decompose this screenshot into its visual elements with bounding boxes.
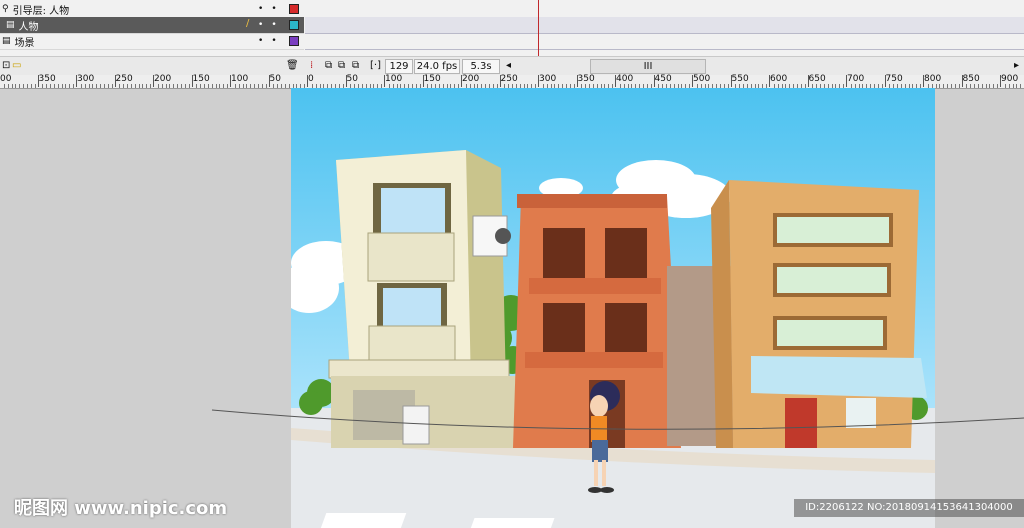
visibility-dot[interactable]: •	[258, 20, 263, 30]
layer-color-swatch[interactable]	[289, 36, 299, 46]
layer-row-person[interactable]: ▤ 人物 / • •	[0, 17, 304, 34]
ruler-tick-label: 450	[653, 74, 672, 87]
ruler-tick-label: 650	[807, 74, 826, 87]
lock-dot[interactable]: •	[271, 20, 276, 30]
ruler-tick-label: 0	[307, 74, 314, 87]
motion-guide-path	[211, 409, 1024, 430]
timeline-controls: ⊡ ▭ 🗑 ⁞ ⧉ ⧉ ⧉ [·] 129 24.0 fps 5.3s ◂ II…	[0, 56, 1024, 76]
ruler-tick-label: 150	[191, 74, 210, 87]
visibility-dot[interactable]: •	[258, 36, 263, 46]
guide-layer-icon: ⚲	[2, 4, 9, 14]
ruler-tick-label: 350	[37, 74, 56, 87]
onion-outline-icon[interactable]: ⧉	[338, 57, 345, 75]
frames-row-person[interactable]	[305, 17, 1024, 34]
frame-rate-field[interactable]: 24.0 fps	[414, 59, 460, 74]
ruler-tick-label: 600	[768, 74, 788, 87]
ruler-tick-label: 250	[499, 74, 518, 87]
layer-name: 引导层: 人物	[12, 5, 70, 17]
ruler-tick-label: 850	[961, 74, 980, 87]
ruler-tick-label: 900	[999, 74, 1019, 87]
frames-row-guide[interactable]	[305, 1, 1024, 18]
ruler-tick-label: 800	[922, 74, 942, 87]
layer-name: 人物	[18, 21, 39, 33]
ruler-tick-label: 200	[460, 74, 480, 87]
ruler-tick-label: 500	[691, 74, 711, 87]
ruler-tick-label: 200	[152, 74, 172, 87]
scroll-right-icon[interactable]: ▸	[1014, 57, 1019, 75]
layer-icon: ▤	[2, 36, 11, 46]
ruler-tick-label: 100	[383, 74, 403, 87]
layer-icon: ▤	[6, 20, 15, 30]
playhead[interactable]	[538, 0, 539, 56]
frame-number-field[interactable]: 129	[385, 59, 413, 74]
layer-row-scene[interactable]: ▤ 场景 • •	[0, 33, 304, 50]
ruler-tick-label: 300	[75, 74, 95, 87]
layer-color-swatch[interactable]	[289, 20, 299, 30]
ruler-tick-label: 00	[0, 74, 12, 84]
lock-dot[interactable]: •	[271, 36, 276, 46]
edit-multiple-frames-icon[interactable]: ⧉	[352, 57, 359, 75]
layer-name: 场景	[14, 37, 35, 49]
image-id-tag: ID:2206122 NO:20180914153641304000	[794, 499, 1024, 517]
ruler-tick-label: 550	[730, 74, 749, 87]
onion-markers-icon[interactable]: [·]	[370, 57, 381, 75]
visibility-dot[interactable]: •	[258, 4, 263, 14]
delete-layer-icon[interactable]: 🗑	[286, 57, 299, 75]
layer-color-swatch[interactable]	[289, 4, 299, 14]
onion-skin-icon[interactable]: ⧉	[325, 57, 332, 75]
pencil-icon: /	[246, 18, 250, 29]
new-layer-icon[interactable]: ⊡	[2, 57, 10, 75]
scrollbar-thumb[interactable]: III	[590, 59, 706, 74]
ruler-tick-label: 250	[114, 74, 133, 87]
scroll-left-icon[interactable]: ◂	[506, 57, 511, 75]
ruler-tick-label: 100	[229, 74, 249, 87]
lock-dot[interactable]: •	[271, 4, 276, 14]
layer-row-guide[interactable]: ⚲ 引导层: 人物 • •	[0, 1, 304, 18]
site-logo: 昵图网 www.nipic.com	[14, 498, 228, 519]
ruler-tick-label: 750	[884, 74, 903, 87]
ruler-tick-label: 150	[422, 74, 441, 87]
timeline-panel: ⚲ 引导层: 人物 • • ▤ 人物 / • • ▤ 场景 • • ⊡ ▭ 🗑 ⁞ ⧉…	[0, 0, 1024, 76]
elapsed-time-field[interactable]: 5.3s	[462, 59, 500, 74]
ruler-tick-label: 400	[614, 74, 634, 87]
horizontal-ruler: 00 350 300 250 200 150 100 50 0 50 100 150 200 250 300…	[0, 75, 1024, 89]
ruler-tick-label: 50	[268, 74, 281, 87]
ruler-tick-label: 50	[345, 74, 358, 87]
ruler-tick-label: 350	[576, 74, 595, 87]
center-frame-icon[interactable]: ⁞	[310, 57, 313, 75]
new-folder-icon[interactable]: ▭	[12, 57, 21, 75]
ruler-tick-label: 300	[537, 74, 557, 87]
frames-row-scene[interactable]	[305, 33, 1024, 50]
ruler-tick-label: 700	[845, 74, 865, 87]
